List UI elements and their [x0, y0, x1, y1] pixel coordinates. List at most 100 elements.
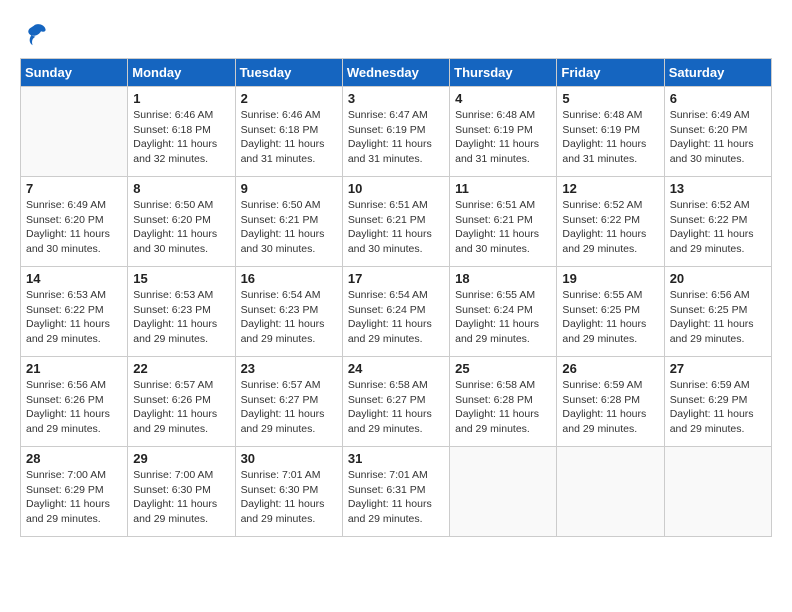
day-info: Sunrise: 7:01 AMSunset: 6:31 PMDaylight:…	[348, 468, 444, 527]
day-number: 13	[670, 181, 766, 196]
day-number: 3	[348, 91, 444, 106]
table-row: 2 Sunrise: 6:46 AMSunset: 6:18 PMDaylight…	[235, 87, 342, 177]
day-number: 27	[670, 361, 766, 376]
day-number: 21	[26, 361, 122, 376]
day-info: Sunrise: 6:55 AMSunset: 6:25 PMDaylight:…	[562, 288, 658, 347]
column-header-monday: Monday	[128, 59, 235, 87]
day-number: 22	[133, 361, 229, 376]
table-row: 8 Sunrise: 6:50 AMSunset: 6:20 PMDaylight…	[128, 177, 235, 267]
table-row: 24 Sunrise: 6:58 AMSunset: 6:27 PMDayligh…	[342, 357, 449, 447]
day-info: Sunrise: 6:54 AMSunset: 6:24 PMDaylight:…	[348, 288, 444, 347]
table-row: 25 Sunrise: 6:58 AMSunset: 6:28 PMDayligh…	[450, 357, 557, 447]
day-number: 10	[348, 181, 444, 196]
column-header-wednesday: Wednesday	[342, 59, 449, 87]
table-row: 13 Sunrise: 6:52 AMSunset: 6:22 PMDayligh…	[664, 177, 771, 267]
table-row: 31 Sunrise: 7:01 AMSunset: 6:31 PMDayligh…	[342, 447, 449, 537]
day-info: Sunrise: 6:49 AMSunset: 6:20 PMDaylight:…	[670, 108, 766, 167]
day-number: 31	[348, 451, 444, 466]
logo-bird-icon	[20, 20, 48, 48]
day-number: 29	[133, 451, 229, 466]
table-row: 7 Sunrise: 6:49 AMSunset: 6:20 PMDaylight…	[21, 177, 128, 267]
day-info: Sunrise: 6:56 AMSunset: 6:25 PMDaylight:…	[670, 288, 766, 347]
column-header-thursday: Thursday	[450, 59, 557, 87]
table-row: 4Sunrise: 6:48 AMSunset: 6:19 PMDaylight…	[450, 87, 557, 177]
day-info: Sunrise: 6:46 AMSunset: 6:18 PMDaylight:…	[241, 108, 337, 167]
day-number: 25	[455, 361, 551, 376]
day-number: 23	[241, 361, 337, 376]
table-row: 19Sunrise: 6:55 AMSunset: 6:25 PMDayligh…	[557, 267, 664, 357]
calendar-header-row: SundayMondayTuesdayWednesdayThursdayFrid…	[21, 59, 772, 87]
day-info: Sunrise: 6:53 AMSunset: 6:22 PMDaylight:…	[26, 288, 122, 347]
calendar-week-1: 1 Sunrise: 6:46 AMSunset: 6:18 PMDaylight…	[21, 87, 772, 177]
day-number: 1	[133, 91, 229, 106]
day-number: 30	[241, 451, 337, 466]
day-info: Sunrise: 6:49 AMSunset: 6:20 PMDaylight:…	[26, 198, 122, 257]
table-row: 12 Sunrise: 6:52 AMSunset: 6:22 PMDayligh…	[557, 177, 664, 267]
calendar-week-5: 28Sunrise: 7:00 AMSunset: 6:29 PMDayligh…	[21, 447, 772, 537]
day-number: 28	[26, 451, 122, 466]
day-number: 20	[670, 271, 766, 286]
calendar-week-4: 21 Sunrise: 6:56 AMSunset: 6:26 PMDayligh…	[21, 357, 772, 447]
day-info: Sunrise: 6:46 AMSunset: 6:18 PMDaylight:…	[133, 108, 229, 167]
day-number: 16	[241, 271, 337, 286]
page-header	[20, 20, 772, 48]
day-number: 26	[562, 361, 658, 376]
day-info: Sunrise: 6:48 AMSunset: 6:19 PMDaylight:…	[455, 108, 551, 167]
day-number: 11	[455, 181, 551, 196]
day-info: Sunrise: 6:58 AMSunset: 6:27 PMDaylight:…	[348, 378, 444, 437]
day-info: Sunrise: 7:00 AMSunset: 6:30 PMDaylight:…	[133, 468, 229, 527]
day-info: Sunrise: 6:53 AMSunset: 6:23 PMDaylight:…	[133, 288, 229, 347]
day-info: Sunrise: 6:57 AMSunset: 6:27 PMDaylight:…	[241, 378, 337, 437]
day-info: Sunrise: 6:48 AMSunset: 6:19 PMDaylight:…	[562, 108, 658, 167]
table-row: 16 Sunrise: 6:54 AMSunset: 6:23 PMDayligh…	[235, 267, 342, 357]
day-number: 9	[241, 181, 337, 196]
table-row: 27Sunrise: 6:59 AMSunset: 6:29 PMDayligh…	[664, 357, 771, 447]
logo	[20, 20, 52, 48]
day-number: 5	[562, 91, 658, 106]
table-row: 10 Sunrise: 6:51 AMSunset: 6:21 PMDayligh…	[342, 177, 449, 267]
table-row: 3 Sunrise: 6:47 AMSunset: 6:19 PMDaylight…	[342, 87, 449, 177]
day-number: 24	[348, 361, 444, 376]
day-number: 17	[348, 271, 444, 286]
day-info: Sunrise: 6:50 AMSunset: 6:21 PMDaylight:…	[241, 198, 337, 257]
day-info: Sunrise: 6:54 AMSunset: 6:23 PMDaylight:…	[241, 288, 337, 347]
day-info: Sunrise: 6:50 AMSunset: 6:20 PMDaylight:…	[133, 198, 229, 257]
day-number: 2	[241, 91, 337, 106]
calendar-week-3: 14 Sunrise: 6:53 AMSunset: 6:22 PMDayligh…	[21, 267, 772, 357]
table-row: 5 Sunrise: 6:48 AMSunset: 6:19 PMDaylight…	[557, 87, 664, 177]
day-number: 18	[455, 271, 551, 286]
day-info: Sunrise: 6:58 AMSunset: 6:28 PMDaylight:…	[455, 378, 551, 437]
table-row: 21 Sunrise: 6:56 AMSunset: 6:26 PMDayligh…	[21, 357, 128, 447]
day-info: Sunrise: 6:52 AMSunset: 6:22 PMDaylight:…	[670, 198, 766, 257]
day-info: Sunrise: 6:57 AMSunset: 6:26 PMDaylight:…	[133, 378, 229, 437]
table-row: 20 Sunrise: 6:56 AMSunset: 6:25 PMDayligh…	[664, 267, 771, 357]
day-number: 7	[26, 181, 122, 196]
column-header-saturday: Saturday	[664, 59, 771, 87]
column-header-friday: Friday	[557, 59, 664, 87]
day-number: 12	[562, 181, 658, 196]
table-row: 14 Sunrise: 6:53 AMSunset: 6:22 PMDayligh…	[21, 267, 128, 357]
day-info: Sunrise: 6:59 AMSunset: 6:28 PMDaylight:…	[562, 378, 658, 437]
table-row: 1 Sunrise: 6:46 AMSunset: 6:18 PMDaylight…	[128, 87, 235, 177]
table-row: 11 Sunrise: 6:51 AMSunset: 6:21 PMDayligh…	[450, 177, 557, 267]
calendar-table: SundayMondayTuesdayWednesdayThursdayFrid…	[20, 58, 772, 537]
table-row: 29 Sunrise: 7:00 AMSunset: 6:30 PMDayligh…	[128, 447, 235, 537]
table-row: 26 Sunrise: 6:59 AMSunset: 6:28 PMDayligh…	[557, 357, 664, 447]
day-info: Sunrise: 6:51 AMSunset: 6:21 PMDaylight:…	[348, 198, 444, 257]
table-row: 28Sunrise: 7:00 AMSunset: 6:29 PMDayligh…	[21, 447, 128, 537]
day-number: 14	[26, 271, 122, 286]
day-info: Sunrise: 6:56 AMSunset: 6:26 PMDaylight:…	[26, 378, 122, 437]
table-row: 15 Sunrise: 6:53 AMSunset: 6:23 PMDayligh…	[128, 267, 235, 357]
day-number: 15	[133, 271, 229, 286]
table-row: 18Sunrise: 6:55 AMSunset: 6:24 PMDayligh…	[450, 267, 557, 357]
table-row: 22 Sunrise: 6:57 AMSunset: 6:26 PMDayligh…	[128, 357, 235, 447]
day-info: Sunrise: 6:51 AMSunset: 6:21 PMDaylight:…	[455, 198, 551, 257]
day-number: 8	[133, 181, 229, 196]
column-header-tuesday: Tuesday	[235, 59, 342, 87]
table-row: 30Sunrise: 7:01 AMSunset: 6:30 PMDayligh…	[235, 447, 342, 537]
day-info: Sunrise: 6:47 AMSunset: 6:19 PMDaylight:…	[348, 108, 444, 167]
day-info: Sunrise: 6:52 AMSunset: 6:22 PMDaylight:…	[562, 198, 658, 257]
table-row	[450, 447, 557, 537]
table-row	[557, 447, 664, 537]
table-row	[21, 87, 128, 177]
